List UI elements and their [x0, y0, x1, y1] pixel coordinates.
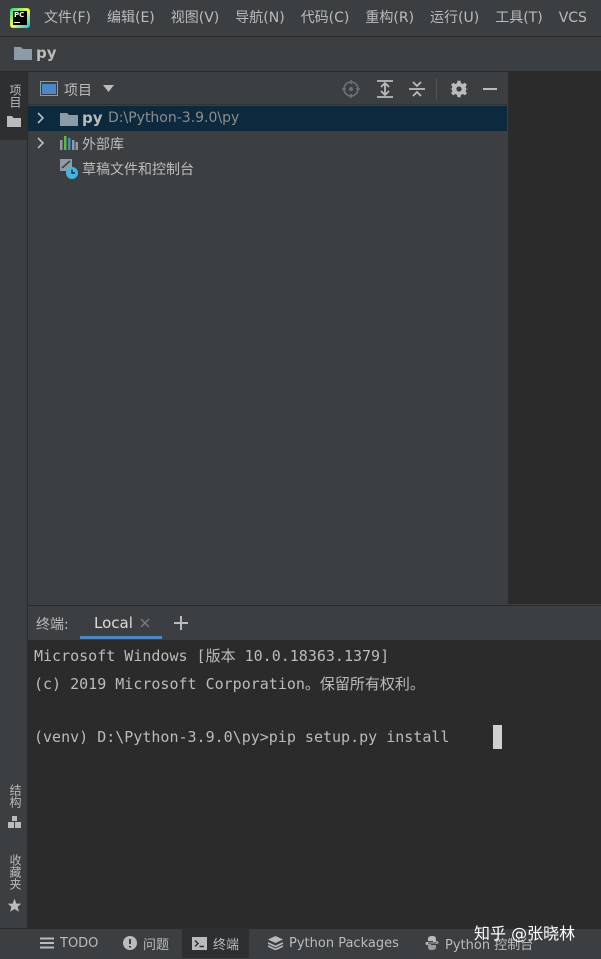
project-folder-icon	[60, 113, 78, 126]
terminal-label: 终端:	[36, 617, 69, 633]
locate-icon[interactable]	[342, 80, 360, 98]
menu-navigate[interactable]: 导航(N)	[227, 0, 292, 36]
collapse-all-icon[interactable]	[408, 80, 426, 98]
terminal-icon	[192, 936, 207, 950]
project-view-icon	[40, 81, 58, 96]
tree-item-name: py	[82, 109, 103, 127]
menu-code[interactable]: 代码(C)	[293, 0, 358, 36]
menu-run[interactable]: 运行(U)	[422, 0, 487, 36]
new-tab-plus-icon[interactable]	[174, 616, 188, 630]
favorites-tool-label[interactable]: 收藏夹	[7, 854, 24, 890]
terminal-line: (venv) D:\Python-3.9.0\py>pip setup.py i…	[34, 728, 450, 746]
bottom-tab-problems[interactable]: 问题	[123, 928, 169, 958]
menu-file[interactable]: 文件(F)	[36, 0, 99, 36]
dropdown-arrow-icon[interactable]	[103, 85, 114, 93]
bottom-tab-label: 终端	[213, 937, 240, 953]
terminal-line: Microsoft Windows [版本 10.0.18363.1379]	[34, 647, 390, 665]
project-folder-icon	[7, 116, 21, 127]
editor-area	[508, 72, 601, 604]
terminal-tab-label: Local	[94, 614, 133, 632]
tree-item-name: 外部库	[82, 137, 124, 153]
menu-vcs[interactable]: VCS	[551, 0, 595, 36]
chevron-right-icon[interactable]	[37, 112, 45, 124]
library-icon	[60, 136, 78, 150]
chevron-right-icon[interactable]	[37, 137, 45, 149]
star-icon	[7, 898, 22, 912]
expand-all-icon[interactable]	[376, 80, 394, 98]
menu-tools[interactable]: 工具(T)	[487, 0, 550, 36]
bottom-tab-terminal[interactable]: 终端	[182, 928, 250, 958]
bottom-tab-python-packages[interactable]: Python Packages	[268, 928, 399, 958]
menu-view[interactable]: 视图(V)	[163, 0, 228, 36]
tree-item-path: D:\Python-3.9.0\py	[108, 110, 240, 126]
bottom-tab-label: 问题	[143, 937, 170, 953]
layers-icon	[268, 936, 283, 950]
pycharm-logo-icon: PC	[10, 8, 30, 28]
tree-item-name: 草稿文件和控制台	[82, 162, 194, 178]
header-divider	[436, 78, 437, 100]
terminal-cursor	[493, 725, 502, 749]
bottom-tab-label: TODO	[60, 935, 99, 951]
gear-icon[interactable]	[450, 80, 468, 98]
watermark-text: 知乎 @张晓林	[474, 924, 576, 943]
project-view-title[interactable]: 项目	[64, 80, 92, 100]
bottom-tab-todo[interactable]: TODO	[40, 928, 98, 958]
active-tab-underline	[80, 636, 162, 639]
menu-edit[interactable]: 编辑(E)	[99, 0, 163, 36]
navigation-bar	[0, 37, 601, 72]
scratches-icon	[60, 159, 78, 179]
structure-tool-label[interactable]: 结构	[7, 784, 24, 808]
breadcrumb-project[interactable]: py	[36, 44, 57, 62]
python-icon	[425, 936, 439, 950]
close-icon[interactable]	[140, 618, 150, 628]
terminal-line: (c) 2019 Microsoft Corporation。保留所有权利。	[34, 675, 425, 693]
minimize-icon[interactable]	[483, 88, 497, 90]
project-tool-label: 项目	[8, 84, 22, 108]
menu-list: 文件(F) 编辑(E) 视图(V) 导航(N) 代码(C) 重构(R) 运行(U…	[36, 0, 595, 36]
structure-icon	[8, 816, 21, 828]
list-icon	[40, 937, 54, 949]
menu-refactor[interactable]: 重构(R)	[357, 0, 422, 36]
bottom-tab-label: Python Packages	[289, 935, 399, 951]
info-icon	[123, 936, 137, 950]
folder-icon	[14, 47, 32, 60]
